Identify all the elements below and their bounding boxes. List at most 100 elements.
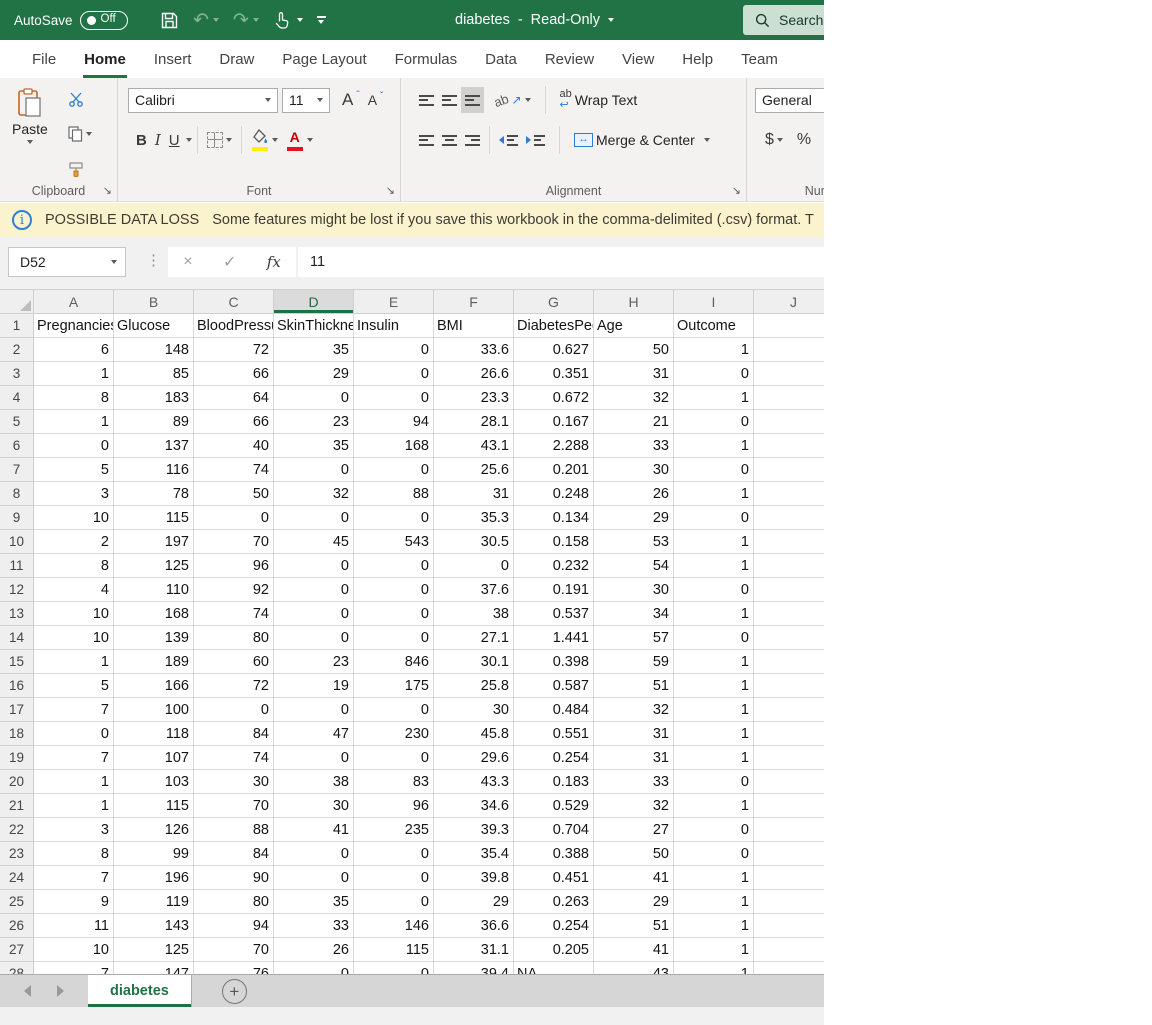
cell-I24[interactable]: 1 — [674, 866, 754, 890]
sheet-tab-diabetes[interactable]: diabetes — [88, 975, 192, 1007]
row-header-8[interactable]: 8 — [0, 482, 34, 506]
cell-I2[interactable]: 1 — [674, 338, 754, 362]
row-header-2[interactable]: 2 — [0, 338, 34, 362]
cell-E23[interactable]: 0 — [354, 842, 434, 866]
cell-J11[interactable] — [754, 554, 824, 578]
cell-I16[interactable]: 1 — [674, 674, 754, 698]
row-header-24[interactable]: 24 — [0, 866, 34, 890]
cell-J24[interactable] — [754, 866, 824, 890]
cell-D28[interactable]: 0 — [274, 962, 354, 974]
row-header-20[interactable]: 20 — [0, 770, 34, 794]
cell-G18[interactable]: 0.551 — [514, 722, 594, 746]
insert-function-button[interactable]: fx — [267, 253, 281, 271]
cell-G3[interactable]: 0.351 — [514, 362, 594, 386]
cell-G13[interactable]: 0.537 — [514, 602, 594, 626]
cell-G19[interactable]: 0.254 — [514, 746, 594, 770]
cell-A14[interactable]: 10 — [34, 626, 114, 650]
cell-D3[interactable]: 29 — [274, 362, 354, 386]
cell-F18[interactable]: 45.8 — [434, 722, 514, 746]
cell-E20[interactable]: 83 — [354, 770, 434, 794]
cell-J2[interactable] — [754, 338, 824, 362]
cell-A1[interactable]: Pregnancies — [34, 314, 114, 338]
cell-B20[interactable]: 103 — [114, 770, 194, 794]
cell-J9[interactable] — [754, 506, 824, 530]
borders-button[interactable] — [203, 127, 236, 153]
cell-H11[interactable]: 54 — [594, 554, 674, 578]
cell-I17[interactable]: 1 — [674, 698, 754, 722]
row-header-6[interactable]: 6 — [0, 434, 34, 458]
tab-file[interactable]: File — [18, 40, 70, 78]
tab-view[interactable]: View — [608, 40, 668, 78]
cell-F5[interactable]: 28.1 — [434, 410, 514, 434]
column-header-H[interactable]: H — [594, 290, 674, 314]
cell-F7[interactable]: 25.6 — [434, 458, 514, 482]
cell-F25[interactable]: 29 — [434, 890, 514, 914]
select-all-corner[interactable] — [0, 290, 34, 314]
cell-D5[interactable]: 23 — [274, 410, 354, 434]
cell-C23[interactable]: 84 — [194, 842, 274, 866]
cell-B13[interactable]: 168 — [114, 602, 194, 626]
cell-J1[interactable] — [754, 314, 824, 338]
cell-C22[interactable]: 88 — [194, 818, 274, 842]
cut-button[interactable] — [64, 86, 88, 112]
cell-H8[interactable]: 26 — [594, 482, 674, 506]
merge-center-button[interactable]: ↔ Merge & Center — [570, 127, 714, 153]
cell-B9[interactable]: 115 — [114, 506, 194, 530]
cell-C13[interactable]: 74 — [194, 602, 274, 626]
row-header-28[interactable]: 28 — [0, 962, 34, 974]
cell-G2[interactable]: 0.627 — [514, 338, 594, 362]
cell-A19[interactable]: 7 — [34, 746, 114, 770]
cell-I8[interactable]: 1 — [674, 482, 754, 506]
cell-G4[interactable]: 0.672 — [514, 386, 594, 410]
cell-A23[interactable]: 8 — [34, 842, 114, 866]
cell-B2[interactable]: 148 — [114, 338, 194, 362]
cell-G24[interactable]: 0.451 — [514, 866, 594, 890]
cell-I14[interactable]: 0 — [674, 626, 754, 650]
cell-B14[interactable]: 139 — [114, 626, 194, 650]
cell-G25[interactable]: 0.263 — [514, 890, 594, 914]
next-sheet-icon[interactable] — [57, 985, 64, 997]
cell-H16[interactable]: 51 — [594, 674, 674, 698]
column-header-G[interactable]: G — [514, 290, 594, 314]
cell-C4[interactable]: 64 — [194, 386, 274, 410]
top-align-button[interactable] — [415, 87, 438, 113]
cell-B4[interactable]: 183 — [114, 386, 194, 410]
column-header-D[interactable]: D — [274, 290, 354, 314]
autosave-pill[interactable]: Off — [80, 11, 128, 30]
cell-E27[interactable]: 115 — [354, 938, 434, 962]
cell-J28[interactable] — [754, 962, 824, 974]
cell-C16[interactable]: 72 — [194, 674, 274, 698]
tab-data[interactable]: Data — [471, 40, 531, 78]
orientation-button[interactable]: ab ↗ — [490, 87, 535, 113]
cell-G14[interactable]: 1.441 — [514, 626, 594, 650]
cell-H12[interactable]: 30 — [594, 578, 674, 602]
cell-H24[interactable]: 41 — [594, 866, 674, 890]
cell-H19[interactable]: 31 — [594, 746, 674, 770]
cell-H17[interactable]: 32 — [594, 698, 674, 722]
cell-I20[interactable]: 0 — [674, 770, 754, 794]
cell-J16[interactable] — [754, 674, 824, 698]
cell-B1[interactable]: Glucose — [114, 314, 194, 338]
cell-J14[interactable] — [754, 626, 824, 650]
cell-E16[interactable]: 175 — [354, 674, 434, 698]
autosave-toggle[interactable]: AutoSave Off — [14, 0, 128, 40]
cell-B25[interactable]: 119 — [114, 890, 194, 914]
cell-A15[interactable]: 1 — [34, 650, 114, 674]
cell-B11[interactable]: 125 — [114, 554, 194, 578]
cell-F23[interactable]: 35.4 — [434, 842, 514, 866]
cell-C8[interactable]: 50 — [194, 482, 274, 506]
cell-D21[interactable]: 30 — [274, 794, 354, 818]
cell-H20[interactable]: 33 — [594, 770, 674, 794]
cell-I18[interactable]: 1 — [674, 722, 754, 746]
cell-C2[interactable]: 72 — [194, 338, 274, 362]
cell-C7[interactable]: 74 — [194, 458, 274, 482]
cell-D4[interactable]: 0 — [274, 386, 354, 410]
cell-C5[interactable]: 66 — [194, 410, 274, 434]
cell-J23[interactable] — [754, 842, 824, 866]
cell-E10[interactable]: 543 — [354, 530, 434, 554]
cell-D27[interactable]: 26 — [274, 938, 354, 962]
cell-I28[interactable]: 1 — [674, 962, 754, 974]
cell-E22[interactable]: 235 — [354, 818, 434, 842]
customize-qat-button[interactable] — [317, 16, 326, 24]
cell-I11[interactable]: 1 — [674, 554, 754, 578]
